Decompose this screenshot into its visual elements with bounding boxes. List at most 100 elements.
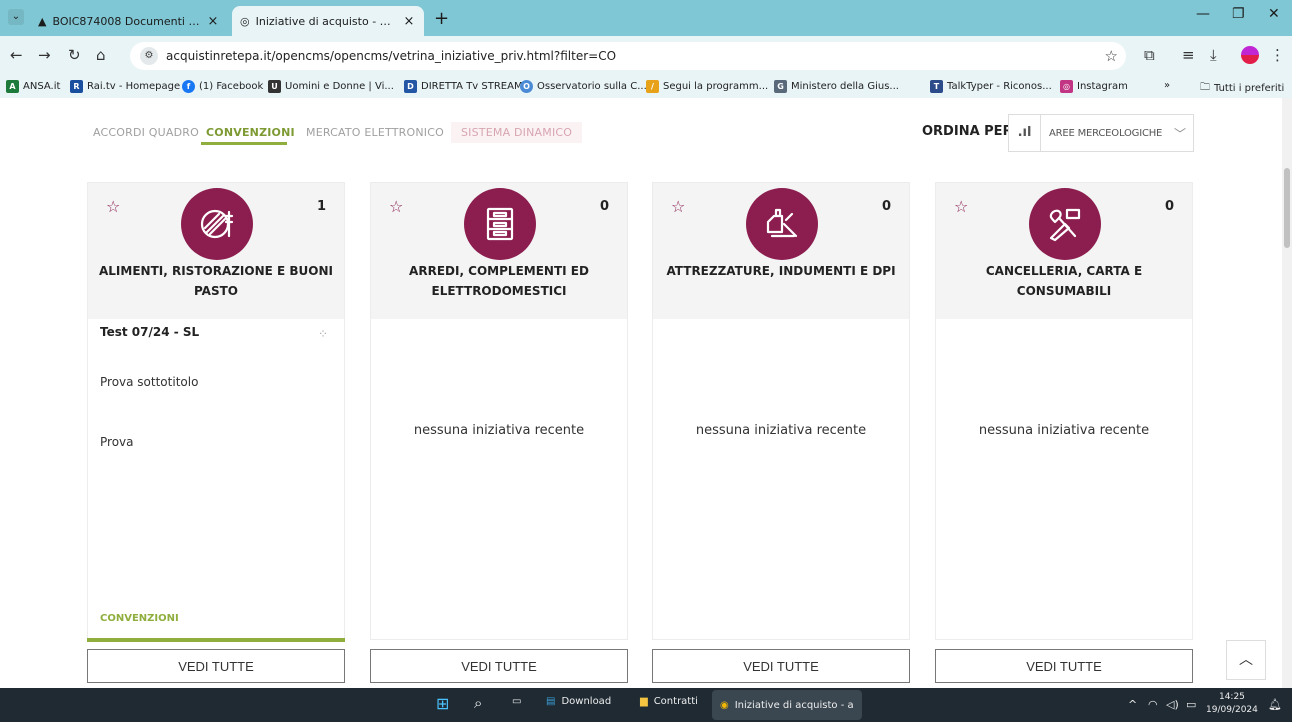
empty-state-message: nessuna iniziativa recente [978, 423, 1150, 438]
page-content: ACCORDI QUADRO CONVENZIONI MERCATO ELETT… [0, 98, 1282, 688]
download-folder-icon: ▤ [546, 696, 556, 707]
bookmark-label: Segui la programm... [663, 81, 769, 92]
extensions-icon[interactable]: ⧉ [1144, 46, 1155, 64]
taskbar-contratti[interactable]: ▆ Contratti [640, 696, 698, 707]
see-all-button-alimenti[interactable]: VEDI TUTTE [87, 649, 345, 683]
volume-icon[interactable]: ◁) [1166, 698, 1179, 711]
page-scrollbar[interactable] [1282, 98, 1292, 688]
see-all-button-cancelleria[interactable]: VEDI TUTTE [935, 649, 1193, 683]
search-icon[interactable]: ⌕ [474, 694, 482, 712]
filter-tab-sistema-dinamico[interactable]: SISTEMA DINAMICO [451, 122, 583, 143]
bookmarks-bar: A ANSA.it R Rai.tv - Homepage f (1) Faceboo… [0, 76, 1292, 98]
card-title: ATTREZZATURE, INDUMENTI E DPI [666, 264, 896, 278]
bookmark-item[interactable]: R Rai.tv - Homepage [70, 80, 180, 93]
back-to-top-button[interactable]: ︿ [1226, 640, 1266, 680]
filter-tab-accordi-quadro[interactable]: ACCORDI QUADRO [93, 126, 199, 139]
bookmark-item[interactable]: U Uomini e Donne | Vi... [268, 80, 394, 93]
home-icon[interactable]: ⌂ [96, 46, 106, 64]
scrollbar-thumb[interactable] [1284, 168, 1290, 248]
download-icon[interactable]: ⤓ [1210, 46, 1217, 64]
window-close-icon[interactable]: ✕ [1268, 6, 1280, 22]
favorite-star-icon[interactable]: ☆ [954, 197, 968, 216]
bookmark-label: Instagram [1077, 81, 1128, 92]
bookmark-star-icon[interactable]: ☆ [1105, 47, 1118, 65]
bookmark-item[interactable]: ◎ Instagram [1060, 80, 1128, 93]
category-card-arredi: ☆ 0 ARREDI, COMPLEMENTI ED ELETTRODOMEST… [370, 182, 628, 640]
battery-icon[interactable]: ▭ [1186, 698, 1196, 711]
browser-tab-documents[interactable]: ▲ BOIC874008 Documenti in DA × [30, 6, 228, 36]
new-tab-button[interactable]: + [434, 8, 449, 29]
bookmark-label: ANSA.it [23, 81, 61, 92]
see-all-button-attrezzature[interactable]: VEDI TUTTE [652, 649, 910, 683]
cabinet-icon [464, 188, 536, 260]
diretta-icon: D [404, 80, 417, 93]
card-header[interactable]: ☆ 0 ATTREZZATURE, INDUMENTI E DPI [653, 183, 909, 319]
initiative-count: 0 [881, 199, 891, 214]
bookmark-item[interactable]: D DIRETTA Tv STREAM... [404, 80, 532, 93]
instagram-icon: ◎ [1060, 80, 1073, 93]
favorite-star-icon[interactable]: ☆ [106, 197, 120, 216]
windows-start-icon[interactable]: ⊞ [436, 694, 449, 713]
close-icon[interactable]: × [402, 14, 416, 29]
tray-chevron-up-icon[interactable]: ^ [1128, 698, 1137, 711]
close-icon[interactable]: × [206, 14, 220, 29]
bookmark-item[interactable]: G Ministero della Gius... [774, 80, 899, 93]
wifi-icon[interactable]: ◠ [1148, 698, 1158, 711]
sort-value: AREE MERCEOLOGICHE [1049, 127, 1163, 139]
task-view-icon[interactable]: ▭ [512, 696, 521, 707]
more-bookmarks-button[interactable]: » [1164, 80, 1170, 91]
profile-avatar[interactable] [1241, 46, 1259, 64]
reload-icon[interactable]: ↻ [68, 46, 81, 64]
facebook-icon: f [182, 80, 195, 93]
filter-tab-convenzioni[interactable]: CONVENZIONI [206, 126, 295, 139]
tab-title: BOIC874008 Documenti in DA [52, 14, 200, 28]
taskbar-chrome[interactable]: ◉ Iniziative di acquisto - a [712, 690, 862, 720]
sort-label: ORDINA PER [922, 124, 1013, 139]
filter-tab-mercato-elettronico[interactable]: MERCATO ELETTRONICO [306, 126, 444, 139]
bookmark-item[interactable]: T TalkTyper - Riconos... [930, 80, 1052, 93]
bookmark-item[interactable]: A ANSA.it [6, 80, 60, 93]
back-icon[interactable]: ← [10, 46, 23, 64]
brush-pencil-icon [1029, 188, 1101, 260]
initiative-count: 1 [316, 199, 326, 214]
favorite-star-icon[interactable]: ☆ [671, 197, 685, 216]
address-bar[interactable]: ⚙ acquistinretepa.it/opencms/opencms/vet… [130, 42, 1126, 70]
initiative-subtitle: Prova sottotitolo [100, 375, 199, 389]
bookmark-label: TalkTyper - Riconos... [947, 81, 1052, 92]
notification-bell-icon[interactable]: 🔔︎ [1268, 698, 1282, 711]
card-header[interactable]: ☆ 0 ARREDI, COMPLEMENTI ED ELETTRODOMEST… [371, 183, 627, 319]
card-title: ALIMENTI, RISTORAZIONE E BUONI PASTO [99, 264, 333, 298]
restore-icon[interactable]: ❐ [1232, 6, 1245, 22]
favorite-star-icon[interactable]: ☆ [389, 197, 403, 216]
clock-time: 14:25 [1218, 692, 1245, 702]
bookmark-item[interactable]: / Segui la programm... [646, 80, 768, 93]
drive-icon: ▲ [38, 14, 47, 28]
system-clock[interactable]: 14:25 19/09/2024 [1206, 691, 1258, 717]
bookmark-item[interactable]: f (1) Facebook [182, 80, 263, 93]
forward-icon[interactable]: → [38, 46, 51, 64]
menu-icon[interactable]: ⋮ [1270, 46, 1285, 64]
see-all-button-arredi[interactable]: VEDI TUTTE [370, 649, 628, 683]
all-bookmarks-button[interactable]: 🗀 Tutti i preferiti [1200, 80, 1284, 97]
active-tab-indicator [201, 142, 287, 145]
category-card-alimenti: ☆ 1 ALIMENTI, RISTORAZIONE E BUONI PASTO… [87, 182, 345, 642]
tab-search-icon[interactable]: ⌄ [8, 9, 24, 25]
clock-date: 19/09/2024 [1206, 705, 1258, 715]
reading-list-icon[interactable]: ≡ [1182, 46, 1195, 64]
taskbar-label: Contratti [653, 696, 698, 707]
browser-tab-iniziative[interactable]: ◎ Iniziative di acquisto - acquistin × [232, 6, 424, 36]
bookmark-item[interactable]: O Osservatorio sulla C... [520, 80, 647, 93]
talktyper-icon: T [930, 80, 943, 93]
loading-spinner-icon: ⁘ [317, 327, 328, 341]
bookmark-label: Ministero della Gius... [791, 81, 899, 92]
taskbar-download[interactable]: ▤ Download [546, 696, 611, 707]
site-info-icon[interactable]: ⚙ [140, 47, 158, 65]
minimize-icon[interactable]: — [1196, 6, 1210, 22]
card-header[interactable]: ☆ 0 CANCELLERIA, CARTA E CONSUMABILI [936, 183, 1192, 319]
card-title: CANCELLERIA, CARTA E CONSUMABILI [985, 264, 1143, 298]
wheat-fork-icon [181, 188, 253, 260]
card-header[interactable]: ☆ 1 ALIMENTI, RISTORAZIONE E BUONI PASTO [88, 183, 344, 319]
sort-select[interactable]: .ıl AREE MERCEOLOGICHE ﹀ [1008, 114, 1194, 152]
initiative-title[interactable]: Test 07/24 - SL [100, 325, 199, 339]
ansa-icon: A [6, 80, 19, 93]
